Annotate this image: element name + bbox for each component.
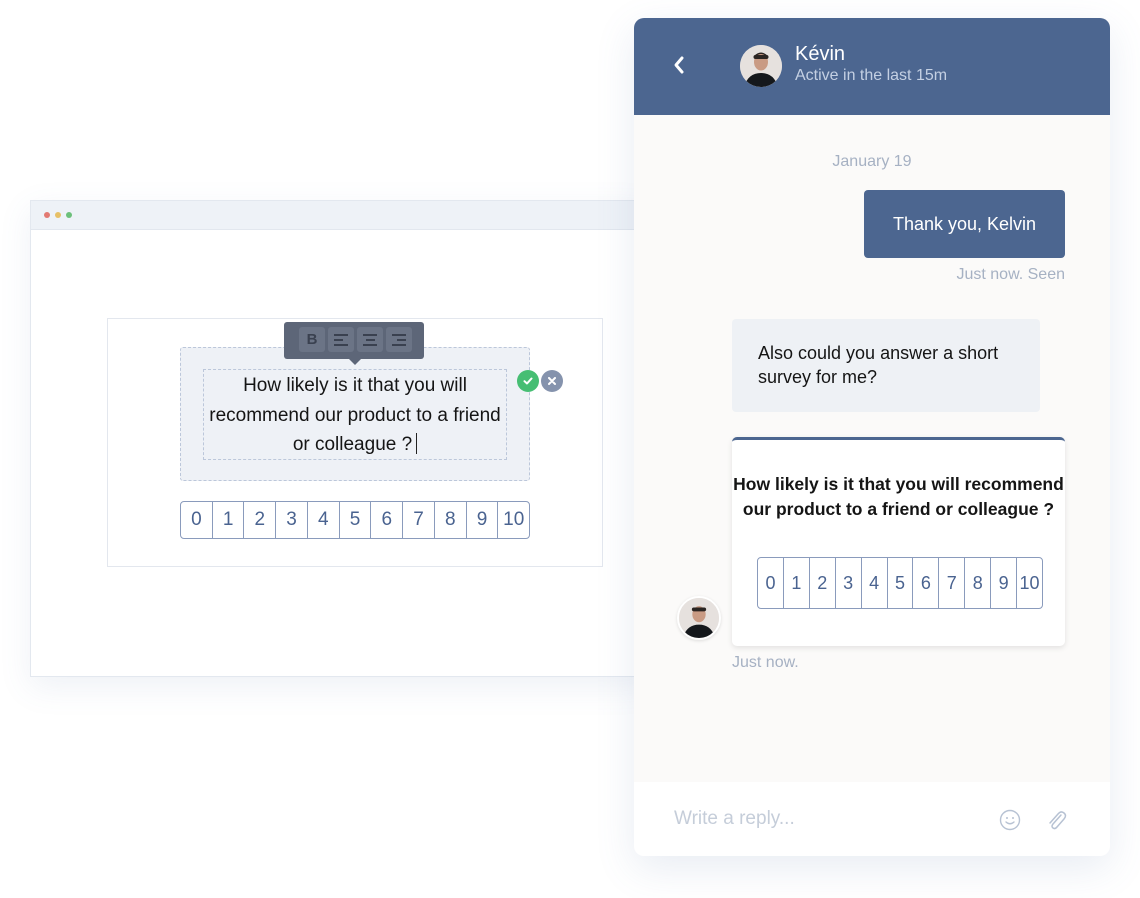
scale-option[interactable]: 9: [465, 502, 498, 538]
contact-name: Kévin: [795, 43, 846, 65]
align-left-icon: [334, 333, 348, 346]
scale-option[interactable]: 2: [243, 502, 275, 538]
align-right-button[interactable]: [386, 327, 412, 352]
browser-titlebar: [31, 201, 651, 230]
scale-option[interactable]: 6: [912, 558, 938, 608]
survey-card: How likely is it that you will recommend…: [732, 437, 1065, 646]
back-button[interactable]: [672, 54, 686, 79]
paperclip-icon: [1049, 811, 1067, 830]
scale-option[interactable]: 2: [808, 558, 835, 608]
format-toolbar: B: [284, 322, 424, 365]
scale-option[interactable]: 8: [964, 558, 990, 608]
bold-button[interactable]: B: [299, 327, 325, 352]
smiley-icon: [999, 809, 1021, 831]
message-timestamp: Just now.: [732, 654, 799, 671]
scale-option[interactable]: 7: [402, 502, 434, 538]
cancel-edit-button[interactable]: [541, 370, 563, 392]
nps-scale-preview: 0 1 2 3 4 5 6 7 8 9 10: [180, 501, 530, 539]
attach-button[interactable]: [1044, 808, 1068, 832]
scale-option[interactable]: 3: [834, 558, 861, 608]
align-center-button[interactable]: [357, 327, 383, 352]
maximize-window-dot[interactable]: [66, 212, 72, 218]
scale-option[interactable]: 3: [275, 502, 307, 538]
scale-option[interactable]: 4: [306, 502, 339, 538]
align-center-icon: [363, 333, 377, 346]
align-right-icon: [392, 333, 406, 346]
align-left-button[interactable]: [328, 327, 354, 352]
message-text: Thank you, Kelvin: [892, 213, 1037, 234]
scale-option[interactable]: 1: [211, 502, 244, 538]
date-separator: January 19: [832, 153, 912, 170]
emoji-button[interactable]: [999, 809, 1021, 831]
person-photo-icon: [679, 598, 719, 638]
scale-option[interactable]: 7: [938, 558, 964, 608]
scale-option[interactable]: 5: [338, 502, 371, 538]
outgoing-message: Thank you, Kelvin: [864, 190, 1065, 258]
survey-question: How likely is it that you will recommend…: [733, 474, 1064, 519]
scale-option[interactable]: 10: [497, 502, 529, 538]
check-icon: [523, 377, 533, 385]
chat-header: Kévin Active in the last 15m: [634, 18, 1110, 115]
scale-option[interactable]: 0: [758, 558, 783, 608]
contact-status: Active in the last 15m: [795, 67, 948, 84]
message-text: Also could you answer a short survey for…: [758, 343, 999, 387]
reply-input[interactable]: [674, 806, 974, 832]
agent-avatar: [677, 596, 721, 640]
bold-icon: B: [306, 331, 318, 348]
scale-option[interactable]: 0: [181, 502, 212, 538]
confirm-edit-button[interactable]: [517, 370, 539, 392]
question-text-field[interactable]: How likely is it that you will recommend…: [203, 369, 507, 460]
text-caret: [416, 433, 418, 454]
browser-window: How likely is it that you will recommend…: [30, 200, 652, 677]
question-text: How likely is it that you will recommend…: [209, 375, 501, 455]
message-status: Just now. Seen: [956, 266, 1065, 283]
reply-composer: [634, 782, 1110, 856]
nps-scale: 0 1 2 3 4 5 6 7 8 9 10: [757, 557, 1043, 609]
minimize-window-dot[interactable]: [55, 212, 61, 218]
chevron-left-icon: [674, 56, 684, 74]
scale-option[interactable]: 8: [433, 502, 466, 538]
scale-option[interactable]: 1: [782, 558, 809, 608]
scale-option[interactable]: 10: [1016, 558, 1042, 608]
person-photo-icon: [740, 45, 782, 87]
question-editor-block[interactable]: How likely is it that you will recommend…: [180, 347, 530, 481]
chat-widget: Kévin Active in the last 15m January 19 …: [634, 18, 1110, 856]
scale-option[interactable]: 6: [370, 502, 402, 538]
scale-option[interactable]: 9: [990, 558, 1016, 608]
scale-option[interactable]: 4: [860, 558, 887, 608]
survey-editor-canvas: How likely is it that you will recommend…: [107, 318, 603, 567]
close-window-dot[interactable]: [44, 212, 50, 218]
scale-option[interactable]: 5: [886, 558, 913, 608]
close-icon: [548, 377, 556, 385]
incoming-message: Also could you answer a short survey for…: [732, 319, 1040, 412]
contact-avatar: [740, 45, 782, 87]
